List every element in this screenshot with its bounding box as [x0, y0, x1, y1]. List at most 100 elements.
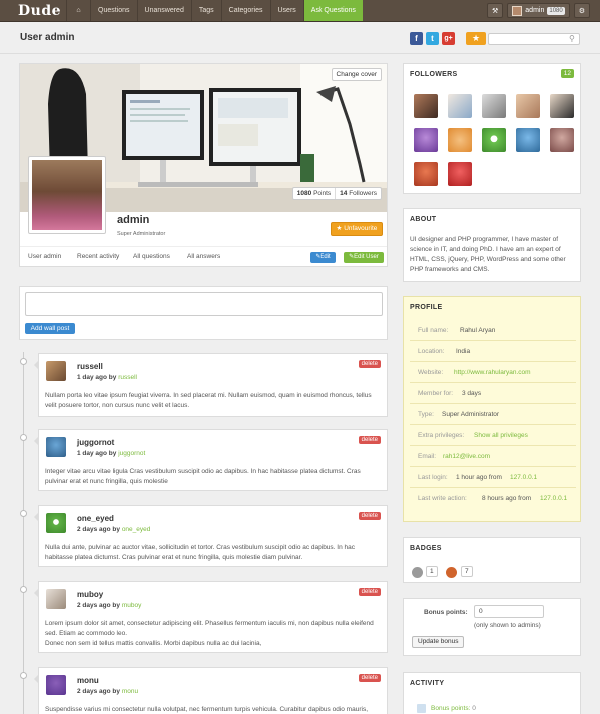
edit-user-button[interactable]: ✎Edit User: [344, 252, 384, 263]
profile-row-email: Email: rah12@live.com: [410, 447, 576, 467]
post-author-link[interactable]: monu: [122, 688, 138, 695]
user-menu[interactable]: admin 1080: [507, 3, 570, 18]
nav-questions[interactable]: Questions: [90, 0, 137, 21]
follower-avatar[interactable]: [448, 162, 472, 186]
post-author-link[interactable]: one_eyed: [122, 526, 151, 533]
follower-avatar[interactable]: [414, 94, 438, 118]
avatar[interactable]: [46, 361, 66, 381]
tab-recent-activity[interactable]: Recent activity: [77, 253, 119, 260]
delete-button[interactable]: delete: [358, 588, 381, 596]
followers-grid: [414, 94, 574, 186]
user-toolbar: ⚒ admin 1080 ⚙: [487, 0, 590, 21]
nav-unanswered[interactable]: Unanswered: [136, 0, 191, 21]
delete-button[interactable]: delete: [358, 512, 381, 520]
avatar[interactable]: [46, 513, 66, 533]
avatar[interactable]: [46, 589, 66, 609]
add-wall-post-button[interactable]: Add wall post: [25, 323, 75, 334]
activity-item: Bonus points: 0: [431, 705, 476, 712]
gear-icon[interactable]: ⚙: [573, 3, 590, 18]
post-author[interactable]: russell: [77, 362, 103, 371]
profile-value: 1 hour ago from: [456, 474, 502, 481]
wall-post-input[interactable]: [25, 292, 383, 316]
user-menu-name: admin: [525, 7, 545, 14]
follower-avatar[interactable]: [516, 94, 540, 118]
post-meta: 1 day ago by russell: [77, 374, 137, 381]
facebook-icon[interactable]: f: [410, 32, 423, 45]
ip-link[interactable]: 127.0.0.1: [540, 495, 567, 502]
profile-row-type: Type: Super Administrator: [410, 405, 576, 425]
follower-avatar[interactable]: [550, 94, 574, 118]
show-privileges-link[interactable]: Show all privileges: [474, 432, 528, 439]
avatar[interactable]: [46, 675, 66, 695]
nav-users[interactable]: Users: [269, 0, 303, 21]
post-meta: 2 days ago by one_eyed: [77, 526, 150, 533]
twitter-icon[interactable]: t: [426, 32, 439, 45]
delete-button[interactable]: delete: [358, 436, 381, 444]
wrench-icon[interactable]: ⚒: [487, 3, 504, 18]
profile-tabs: User admin Recent activity All questions…: [20, 246, 387, 266]
update-bonus-button[interactable]: Update bonus: [412, 636, 465, 648]
activity-title: ACTIVITY: [410, 680, 445, 687]
follower-avatar[interactable]: [482, 128, 506, 152]
profile-key: Member for:: [418, 390, 454, 397]
profile-avatar[interactable]: [28, 156, 106, 234]
edit-button[interactable]: ✎Edit: [310, 252, 336, 263]
timeline-line: [23, 352, 24, 714]
tab-user-admin[interactable]: User admin: [28, 253, 61, 260]
search-input[interactable]: [488, 33, 580, 45]
email-link[interactable]: rah12@live.com: [443, 453, 490, 460]
change-cover-button[interactable]: Change cover: [331, 68, 382, 81]
points-label: Points: [313, 190, 332, 197]
wall-post: monu 2 days ago by monu delete Suspendis…: [34, 667, 388, 714]
tab-all-questions[interactable]: All questions: [133, 253, 170, 260]
google-plus-icon[interactable]: g+: [442, 32, 455, 45]
follower-avatar[interactable]: [414, 162, 438, 186]
delete-button[interactable]: delete: [358, 674, 381, 682]
nav-categories[interactable]: Categories: [220, 0, 270, 21]
followers-card: FOLLOWERS 12: [403, 63, 581, 194]
post-author[interactable]: one_eyed: [77, 514, 114, 523]
search-icon[interactable]: ⚲: [569, 34, 575, 43]
post-author[interactable]: muboy: [77, 590, 103, 599]
nav-tags[interactable]: Tags: [190, 0, 221, 21]
post-author[interactable]: monu: [77, 676, 99, 685]
follower-avatar[interactable]: [516, 128, 540, 152]
wall-post: muboy 2 days ago by muboy delete Lorem i…: [34, 581, 388, 653]
follower-avatar[interactable]: [550, 128, 574, 152]
unfavourite-button[interactable]: ★ Unfavourite: [331, 222, 383, 236]
wall-post: one_eyed 2 days ago by one_eyed delete N…: [34, 505, 388, 567]
followers-stat[interactable]: 14 Followers: [335, 188, 381, 199]
ip-link[interactable]: 127.0.0.1: [510, 474, 537, 481]
tab-all-answers[interactable]: All answers: [187, 253, 220, 260]
follower-avatar[interactable]: [482, 94, 506, 118]
nav-ask-questions[interactable]: Ask Questions: [302, 0, 363, 21]
favourite-star-icon[interactable]: ★: [466, 32, 486, 45]
main-nav: ⌂ Questions Unanswered Tags Categories U…: [66, 0, 363, 21]
post-author[interactable]: juggornot: [77, 438, 114, 447]
home-icon[interactable]: ⌂: [66, 0, 90, 21]
website-link[interactable]: http://www.rahularyan.com: [454, 369, 531, 376]
follower-avatar[interactable]: [414, 128, 438, 152]
post-author-link[interactable]: russell: [118, 374, 137, 381]
post-text: Suspendisse varius mi consectetur nulla …: [45, 706, 368, 713]
points-stat: 1080 Points: [293, 188, 335, 199]
profile-key: Website:: [418, 369, 444, 376]
header-divider: [0, 53, 600, 54]
delete-button[interactable]: delete: [358, 360, 381, 368]
followers-value: 14: [340, 190, 348, 197]
follower-avatar[interactable]: [448, 128, 472, 152]
followers-label: Followers: [349, 190, 377, 197]
badges-card: BADGES 1 7: [403, 537, 581, 583]
site-logo[interactable]: Dude: [18, 3, 61, 19]
timeline-dot: [20, 510, 27, 517]
profile-row-extra-privileges: Extra privileges: Show all privileges: [410, 426, 576, 446]
avatar[interactable]: [46, 437, 66, 457]
post-time: 2 days ago by: [77, 688, 120, 695]
post-time: 2 days ago by: [77, 526, 120, 533]
follower-avatar[interactable]: [448, 94, 472, 118]
bonus-points-input[interactable]: 0: [474, 605, 544, 618]
post-author-link[interactable]: muboy: [122, 602, 142, 609]
profile-key: Email:: [418, 453, 437, 460]
bronze-badge-count: 7: [461, 566, 473, 577]
post-author-link[interactable]: juggornot: [118, 450, 145, 457]
